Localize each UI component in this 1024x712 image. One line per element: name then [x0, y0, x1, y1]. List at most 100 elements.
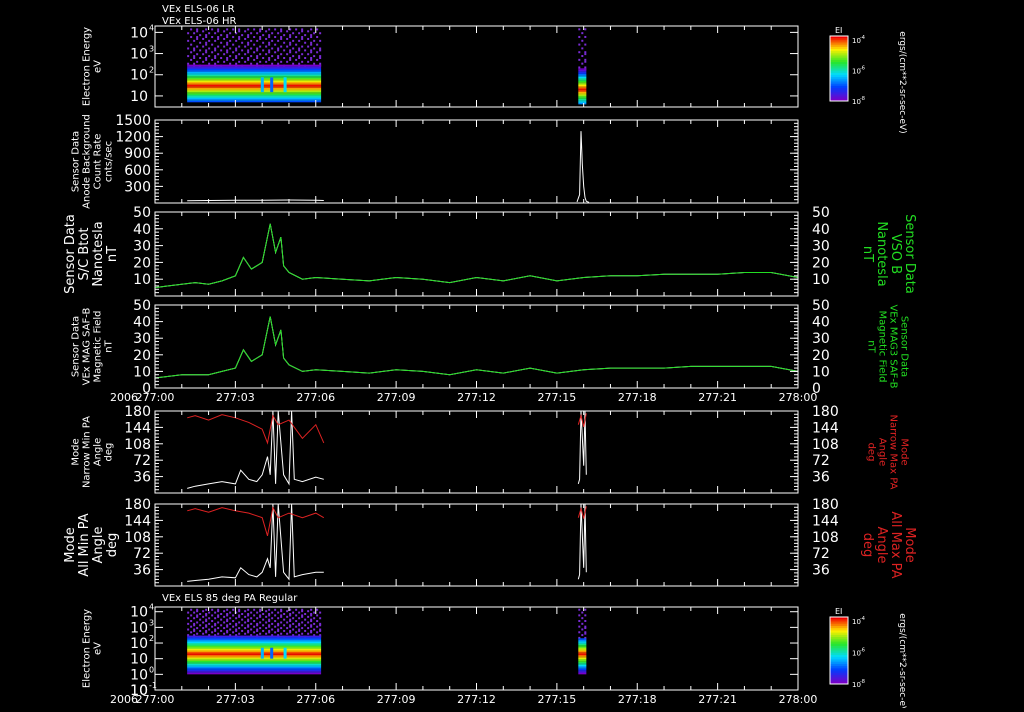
- y-tick-label: 10: [130, 620, 148, 636]
- spectrogram-pixel: [226, 43, 229, 46]
- time-tick-label: 277:09: [377, 391, 416, 404]
- right-y-tick-label: 144: [812, 513, 839, 529]
- spectrogram-pixel: [310, 36, 313, 39]
- spectrogram-pixel: [247, 58, 250, 61]
- spectrogram-pixel: [253, 51, 256, 54]
- spectrogram-pixel: [226, 51, 229, 54]
- spectrogram-pixel: [268, 613, 271, 616]
- spectrogram-band: [578, 642, 587, 644]
- spectrogram-pixel: [244, 45, 247, 48]
- spectrogram-pixel: [271, 617, 274, 620]
- spectrogram-pixel: [199, 49, 202, 52]
- time-tick-label: 277:18: [618, 391, 657, 404]
- spectrogram-band: [578, 68, 587, 70]
- spectrogram-pixel: [187, 47, 190, 50]
- spectrogram-pixel: [292, 611, 295, 614]
- spectrogram-pixel: [274, 620, 277, 623]
- spectrogram-pixel: [232, 631, 235, 634]
- colorbar-tick-exponent: -4: [860, 616, 865, 622]
- spectrogram-pixel: [208, 47, 211, 50]
- y-tick-exponent: 4: [149, 23, 154, 32]
- spectrogram-pixel: [208, 628, 211, 631]
- spectrogram-pixel: [193, 39, 196, 42]
- spectrogram-pixel: [295, 43, 298, 46]
- spectrogram-pixel: [265, 615, 268, 618]
- spectrogram-band: [578, 649, 587, 651]
- spectrogram-pixel: [271, 55, 274, 58]
- spectrogram-pixel: [247, 57, 250, 60]
- time-tick-label: 277:06: [296, 693, 335, 706]
- spectrogram-pixel: [301, 36, 304, 39]
- spectrogram-band: [187, 93, 322, 96]
- y-tick-exponent: -1: [149, 681, 157, 690]
- spectrogram-pixel: [199, 34, 202, 37]
- spectrogram-pixel: [277, 32, 280, 35]
- spectrogram-pixel: [259, 36, 262, 39]
- spectrogram-pixel: [262, 57, 265, 60]
- spectrogram-pixel: [226, 49, 229, 52]
- right-y-axis-label: Narrow Max PA: [888, 415, 899, 490]
- spectrogram-pixel: [211, 58, 214, 61]
- spectrogram-pixel: [238, 45, 241, 48]
- spectrogram-pixel: [196, 608, 199, 611]
- spectrogram-band: [578, 79, 587, 81]
- spectrogram-pixel: [247, 43, 250, 46]
- time-tick-label: 277:03: [216, 693, 255, 706]
- spectrogram-band: [578, 86, 587, 88]
- spectrogram-band: [187, 672, 322, 675]
- spectrogram-pixel: [578, 51, 581, 54]
- spectrogram-pixel: [208, 62, 211, 65]
- spectrogram-pixel: [268, 51, 271, 54]
- spectrogram-pixel: [238, 627, 241, 630]
- spectrogram-pixel: [265, 45, 268, 48]
- spectrogram-pixel: [283, 34, 286, 37]
- spectrogram-pixel: [301, 53, 304, 56]
- spectrogram-pixel: [232, 43, 235, 46]
- spectrogram-pixel: [313, 47, 316, 50]
- spectrogram-pixel: [238, 36, 241, 39]
- y-tick-label: 10: [130, 89, 148, 105]
- spectrogram-pixel: [286, 610, 289, 613]
- spectrogram-pixel: [199, 618, 202, 621]
- spectrogram-pixel: [304, 57, 307, 60]
- spectrogram-pixel: [250, 611, 253, 614]
- spectrogram-pixel: [244, 615, 247, 618]
- spectrogram-pixel: [319, 55, 322, 58]
- time-axis-2: 2006277:00 277:03 277:06 277:09 277:12 277:15…: [110, 693, 817, 706]
- spectrogram-band: [578, 100, 587, 102]
- y-axis-label: Sensor Data: [71, 316, 82, 377]
- spectrogram-pixel: [211, 36, 214, 39]
- y-axis-label: nT: [104, 339, 115, 352]
- multi-panel-plot: 10 410 310 210VEx ELS-06 LRVEx ELS-06 HREle…: [0, 0, 1024, 712]
- spectrogram-band: [187, 651, 322, 654]
- spectrogram-pixel: [319, 57, 322, 60]
- spectrogram-band: [578, 664, 587, 667]
- spectrogram-pixel: [313, 32, 316, 35]
- spectrogram-pixel: [214, 55, 217, 58]
- spectrogram-pixel: [226, 624, 229, 627]
- spectrogram-pixel: [578, 28, 581, 31]
- spectrogram-pixel: [238, 608, 241, 611]
- colorbar-unit-label: ergs/(cm**2-sr-sec-eV): [897, 613, 907, 708]
- spectrogram-band: [187, 99, 322, 101]
- spectrogram-pixel: [268, 41, 271, 44]
- spectrogram-pixel: [208, 32, 211, 35]
- spectrogram-band: [187, 671, 322, 673]
- spectrogram-pixel: [301, 28, 304, 31]
- spectrogram-pixel: [190, 608, 193, 611]
- spectrogram-pixel: [265, 53, 268, 56]
- spectrogram-pixel: [289, 613, 292, 616]
- spectrogram-pixel: [310, 43, 313, 46]
- spectrogram-pixel: [226, 629, 229, 632]
- panel-title: VEx ELS 85 deg PA Regular: [162, 593, 298, 604]
- spectrogram-pixel: [202, 615, 205, 618]
- right-y-axis-label: Angle: [874, 527, 889, 564]
- spectrogram-pixel: [214, 49, 217, 52]
- spectrogram-pixel: [283, 41, 286, 44]
- spectrogram-pixel: [223, 632, 226, 635]
- spectrogram-pixel: [190, 51, 193, 54]
- spectrogram-pixel: [238, 37, 241, 40]
- spectrogram-pixel: [319, 611, 322, 614]
- spectrogram-pixel: [238, 632, 241, 635]
- spectrogram-pixel: [292, 62, 295, 65]
